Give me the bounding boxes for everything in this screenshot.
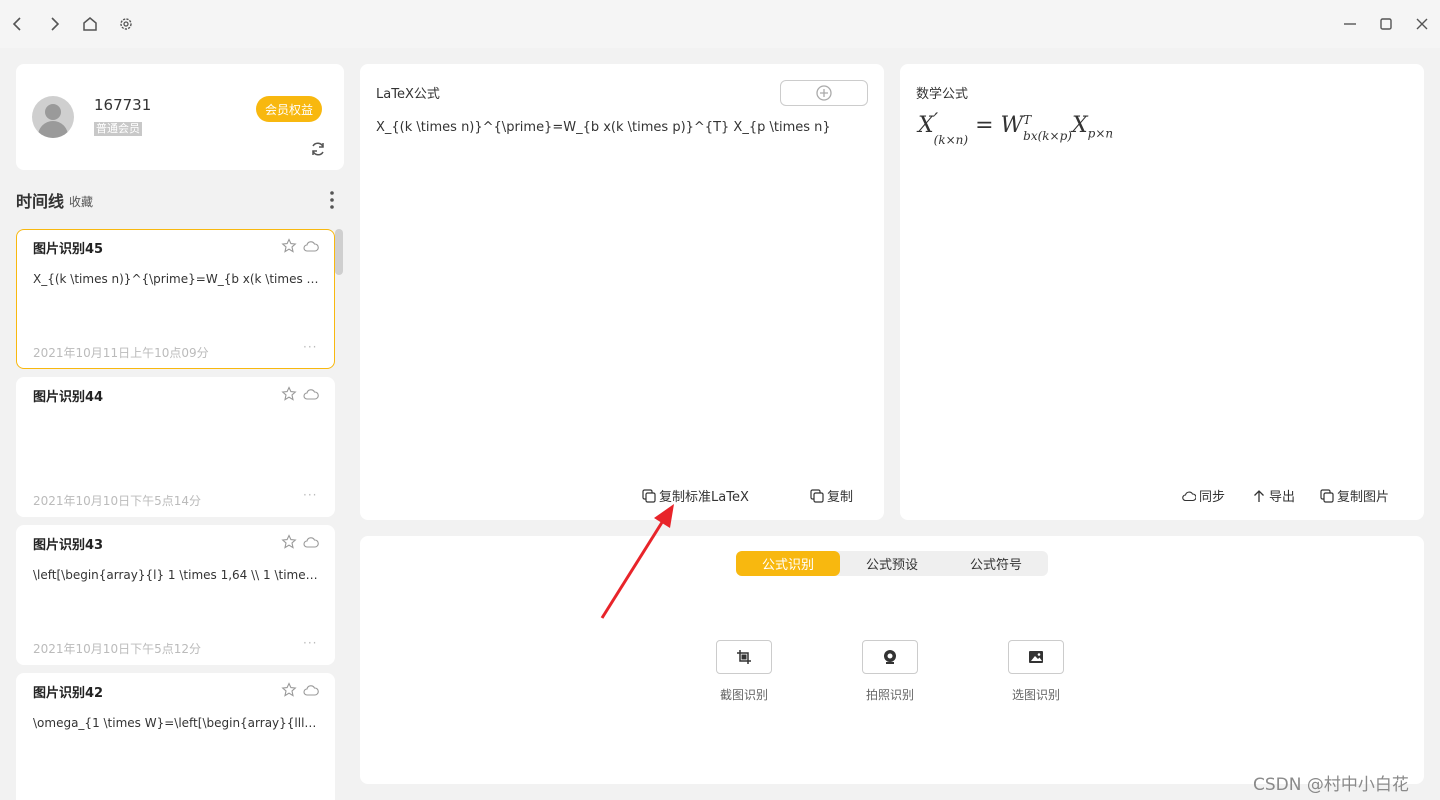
member-benefits-button[interactable]: 会员权益 bbox=[256, 96, 322, 122]
image-recognition-button[interactable] bbox=[1008, 640, 1064, 674]
formula-superscript: T bbox=[1023, 113, 1032, 127]
record-more-icon[interactable]: ··· bbox=[303, 340, 317, 354]
star-icon[interactable] bbox=[281, 238, 297, 254]
avatar-body-shape bbox=[38, 121, 68, 138]
record-title: 图片识别45 bbox=[33, 242, 104, 257]
record-title: 图片识别44 bbox=[33, 390, 104, 405]
record-title: 图片识别42 bbox=[33, 686, 104, 701]
arrow-up-icon bbox=[1254, 489, 1264, 502]
recognition-panel: 公式识别 公式预设 公式符号 截图识别 拍照识别 选图识别 bbox=[360, 536, 1424, 784]
math-panel: 数学公式 X ′ (k×n) = W Tbx(k×p) Xp×n 同步 导出 复制图片 bbox=[900, 64, 1424, 520]
sync-button[interactable]: 同步 bbox=[1182, 486, 1225, 505]
title-bar bbox=[0, 0, 1440, 48]
tab-formula-presets[interactable]: 公式预设 bbox=[840, 551, 944, 576]
cloud-icon[interactable] bbox=[303, 535, 319, 549]
timeline-title[interactable]: 时间线 bbox=[16, 188, 64, 212]
tab-formula-recognition[interactable]: 公式识别 bbox=[736, 551, 840, 576]
latex-panel-title: LaTeX公式 bbox=[376, 87, 440, 102]
settings-icon[interactable] bbox=[114, 12, 138, 36]
record-card[interactable]: 图片识别45 X_{(k \times n)}^{\prime}=W_{b x(… bbox=[16, 229, 335, 369]
membership-level: 普通会员 bbox=[94, 122, 142, 136]
image-recognition-label: 选图识别 bbox=[1011, 688, 1060, 702]
formula-subscript: (k×n) bbox=[933, 133, 969, 147]
copy-image-label: 复制图片 bbox=[1337, 490, 1390, 505]
camera-icon bbox=[884, 650, 896, 664]
star-icon[interactable] bbox=[281, 386, 297, 402]
watermark: CSDN @村中小白花 bbox=[1253, 775, 1409, 795]
formula-base: W bbox=[1000, 113, 1024, 138]
cloud-icon bbox=[1182, 491, 1196, 501]
back-icon[interactable] bbox=[6, 12, 30, 36]
cloud-icon[interactable] bbox=[303, 387, 319, 401]
formula-subscript: p×n bbox=[1087, 126, 1114, 141]
formula-equals: = bbox=[968, 113, 1001, 138]
record-more-icon[interactable]: ··· bbox=[303, 636, 317, 650]
timeline-header: 时间线 收藏 bbox=[16, 186, 344, 214]
user-id: 167731 bbox=[94, 96, 152, 114]
forward-icon[interactable] bbox=[42, 12, 66, 36]
annotation-arrow-icon bbox=[600, 504, 674, 619]
formula-subscript: bx(k×p) bbox=[1023, 129, 1072, 143]
star-icon[interactable] bbox=[281, 682, 297, 698]
export-button[interactable]: 导出 bbox=[1252, 486, 1295, 505]
formula-base: X bbox=[918, 113, 934, 138]
avatar-head-shape bbox=[45, 104, 61, 120]
export-label: 导出 bbox=[1269, 490, 1296, 505]
record-more-icon[interactable]: ··· bbox=[303, 488, 317, 502]
sync-label: 同步 bbox=[1199, 490, 1226, 505]
screenshot-recognition-button[interactable] bbox=[716, 640, 772, 674]
record-date: 2021年10月10日下午5点12分 bbox=[33, 642, 201, 656]
record-content: \omega_{1 \times W}=\left[\begin{array}{… bbox=[33, 716, 323, 730]
record-card[interactable]: 图片识别44 2021年10月10日下午5点14分 ··· bbox=[16, 377, 335, 517]
latex-formula-text[interactable]: X_{(k \times n)}^{\prime}=W_{b x(k \time… bbox=[376, 120, 831, 135]
cloud-icon[interactable] bbox=[303, 683, 319, 697]
formula-prime: ′ bbox=[933, 108, 939, 132]
copy-label: 复制 bbox=[827, 490, 854, 505]
profile-card: 167731 普通会员 会员权益 bbox=[16, 64, 344, 170]
tab-formula-symbols[interactable]: 公式符号 bbox=[944, 551, 1048, 576]
math-panel-title: 数学公式 bbox=[916, 87, 969, 102]
camera-recognition-tool: 拍照识别 bbox=[855, 640, 925, 703]
screenshot-recognition-label: 截图识别 bbox=[719, 688, 768, 702]
cloud-icon[interactable] bbox=[303, 239, 319, 253]
favorites-tab[interactable]: 收藏 bbox=[69, 193, 93, 210]
record-date: 2021年10月11日上午10点09分 bbox=[33, 346, 209, 360]
record-date: 2021年10月10日下午5点14分 bbox=[33, 494, 201, 508]
copy-image-button[interactable]: 复制图片 bbox=[1320, 486, 1389, 505]
avatar[interactable] bbox=[32, 96, 74, 138]
list-scrollbar[interactable] bbox=[335, 229, 343, 275]
record-card[interactable]: 图片识别43 \left[\begin{array}{l} 1 \times 1… bbox=[16, 525, 335, 665]
record-title: 图片识别43 bbox=[33, 538, 104, 553]
crop-icon bbox=[737, 650, 751, 664]
star-icon[interactable] bbox=[281, 534, 297, 550]
recognition-tabs: 公式识别 公式预设 公式符号 bbox=[736, 551, 1048, 576]
copy-icon bbox=[810, 488, 824, 503]
plus-circle-icon bbox=[816, 85, 832, 101]
screenshot-recognition-tool: 截图识别 bbox=[709, 640, 779, 703]
refresh-icon[interactable] bbox=[309, 140, 327, 158]
close-icon[interactable] bbox=[1410, 12, 1434, 36]
record-content: \left[\begin{array}{l} 1 \times 1,64 \\ … bbox=[33, 568, 323, 582]
minimize-icon[interactable] bbox=[1338, 12, 1362, 36]
camera-recognition-button[interactable] bbox=[862, 640, 918, 674]
image-icon bbox=[1029, 651, 1043, 663]
more-vertical-icon[interactable] bbox=[324, 188, 340, 212]
record-list[interactable]: 图片识别45 X_{(k \times n)}^{\prime}=W_{b x(… bbox=[16, 229, 346, 800]
image-recognition-tool: 选图识别 bbox=[1001, 640, 1071, 703]
latex-panel: LaTeX公式 X_{(k \times n)}^{\prime}=W_{b x… bbox=[360, 64, 884, 520]
home-icon[interactable] bbox=[78, 12, 102, 36]
formula-base: X bbox=[1071, 113, 1088, 138]
copy-button[interactable]: 复制 bbox=[810, 486, 853, 505]
record-content: X_{(k \times n)}^{\prime}=W_{b x(k \time… bbox=[33, 272, 323, 286]
add-button[interactable] bbox=[780, 80, 868, 106]
record-card[interactable]: 图片识别42 \omega_{1 \times W}=\left[\begin{… bbox=[16, 673, 335, 800]
rendered-formula[interactable]: X ′ (k×n) = W Tbx(k×p) Xp×n bbox=[918, 108, 1114, 146]
camera-recognition-label: 拍照识别 bbox=[865, 688, 914, 702]
copy-icon bbox=[1320, 488, 1334, 503]
maximize-icon[interactable] bbox=[1374, 12, 1398, 36]
